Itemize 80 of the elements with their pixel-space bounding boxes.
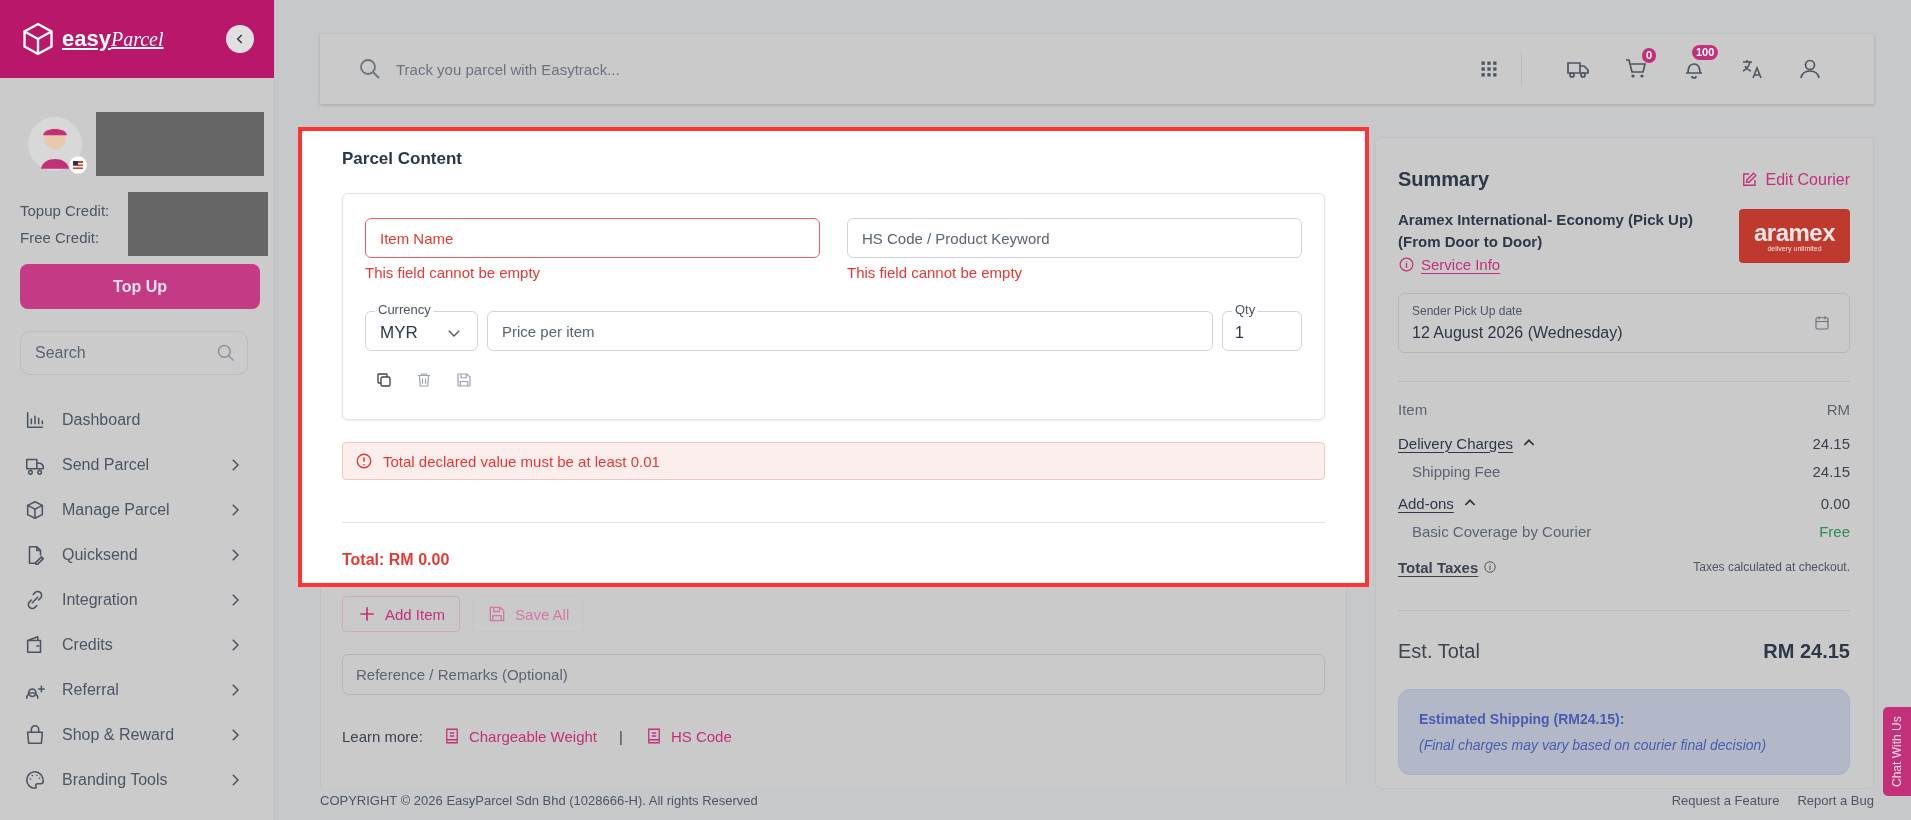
footer-link[interactable]: Report a Bug (1797, 793, 1874, 808)
estimated-total-label: Est. Total (1398, 639, 1480, 663)
error-message: This field cannot be empty (847, 264, 1024, 281)
help-link[interactable]: HS Code (670, 727, 732, 745)
help-link[interactable]: Chargeable Weight (468, 727, 597, 745)
notification-count-badge: 100 (1692, 45, 1719, 60)
sidebar-item[interactable]: Manage Parcel (24, 487, 274, 532)
info-icon (1483, 560, 1498, 574)
search-icon (358, 57, 382, 81)
remarks-field[interactable]: Reference / Remarks (Optional) (342, 654, 1325, 695)
alert-text: Total declared value must be at least 0.01 (383, 452, 660, 470)
sidebar-item[interactable]: Credits (24, 622, 274, 667)
copyright-text: COPYRIGHT © 2026 EasyParcel Sdn Bhd (1028666-H). All rights Reserved (320, 793, 758, 808)
sidebar-item[interactable]: Quicksend (24, 532, 274, 577)
user-icon[interactable] (1798, 57, 1822, 81)
top-up-button[interactable]: Top Up (20, 264, 260, 309)
plus-icon (357, 604, 377, 624)
sidebar-item[interactable]: Referral (24, 667, 274, 712)
translate-icon[interactable] (1740, 57, 1764, 81)
column-label: Item (1398, 400, 1428, 418)
charge-amount: 0.00 (1820, 494, 1850, 512)
palette-icon (24, 768, 46, 791)
add-item-button[interactable]: Add Item (342, 596, 461, 632)
credit-label: Free Credit: (20, 229, 101, 246)
taxes-label[interactable]: Total Taxes (1398, 558, 1479, 576)
sidebar-item[interactable]: Integration (24, 577, 274, 622)
charge-label: Basic Coverage by Courier (1411, 522, 1592, 540)
cube-icon (24, 498, 46, 521)
error-message: This field cannot be empty (365, 264, 542, 281)
charge-group-toggle[interactable]: Add-ons (1398, 494, 1478, 512)
service-info-link[interactable]: Service Info (1398, 256, 1698, 273)
field-value: 12 August 2026 (Wednesday) (1412, 324, 1623, 342)
save-icon[interactable] (455, 371, 473, 389)
search-icon (216, 343, 236, 363)
price-field[interactable]: Price per item (487, 311, 1213, 351)
section-title: Parcel Content (342, 149, 463, 169)
footer-link[interactable]: Request a Feature (1671, 793, 1780, 808)
field-label: Qty (1232, 302, 1259, 318)
separator-text: | (619, 727, 623, 745)
pickup-date-field[interactable]: Sender Pick Up date 12 August 2026 (Wednesday) (1398, 293, 1850, 353)
estimated-total-value: RM 24.15 (1763, 639, 1850, 663)
info-icon (1398, 256, 1415, 273)
select-value: MYR (380, 323, 418, 343)
sidebar-item[interactable]: Branding Tools (24, 757, 274, 802)
notice-text: (Final charges may vary based on courier final decision) (1419, 737, 1768, 753)
charge-label: Shipping Fee (1411, 462, 1501, 480)
sidebar-item[interactable]: Dashboard (24, 397, 274, 442)
sidebar-item[interactable]: Send Parcel (24, 442, 274, 487)
charge-amount: 24.15 (1812, 434, 1850, 452)
track-search-field[interactable]: Track you parcel with Easytrack... (392, 59, 1469, 79)
text-field[interactable]: Item Name (365, 218, 820, 258)
field-label: Sender Pick Up date (1412, 304, 1524, 318)
alert-icon (355, 452, 373, 470)
sidebar-item[interactable]: Shop & Reward (24, 712, 274, 757)
chat-button[interactable]: Chat With Us (1883, 707, 1911, 796)
calendar-icon (1813, 314, 1831, 332)
charge-group-toggle[interactable]: Delivery Charges (1398, 434, 1538, 452)
total-text: Total: RM 0.00 (342, 551, 451, 569)
copy-icon[interactable] (375, 371, 393, 389)
charge-amount: 24.15 (1812, 462, 1850, 480)
column-label: RM (1826, 400, 1850, 418)
search-field[interactable]: Search (20, 331, 248, 375)
shopping-bag-icon (24, 723, 46, 746)
collapse-button[interactable] (226, 25, 254, 53)
credit-label: Topup Credit: (20, 202, 110, 219)
field-label: Currency (375, 302, 434, 318)
summary-title: Summary (1398, 168, 1490, 191)
charge-amount: Free (1819, 522, 1850, 540)
flag-icon (68, 155, 88, 175)
field-value: 1 (1235, 324, 1244, 342)
trash-icon[interactable] (415, 371, 433, 389)
notice-title: Estimated Shipping (RM24.15): (1419, 711, 1626, 727)
edit-courier-link[interactable]: Edit Courier (1739, 170, 1850, 189)
taxes-note: Taxes calculated at checkout. (1693, 560, 1850, 574)
brand-logo: easyParcel (62, 26, 164, 52)
box-logo-icon (20, 21, 56, 57)
apps-grid-icon[interactable] (1479, 59, 1499, 79)
courier-name: Aramex International- Economy (Pick Up) (From Door to Door) (1398, 210, 1695, 252)
learn-more-label: Learn more: (342, 727, 423, 745)
cart-count-badge: 0 (1642, 48, 1657, 63)
